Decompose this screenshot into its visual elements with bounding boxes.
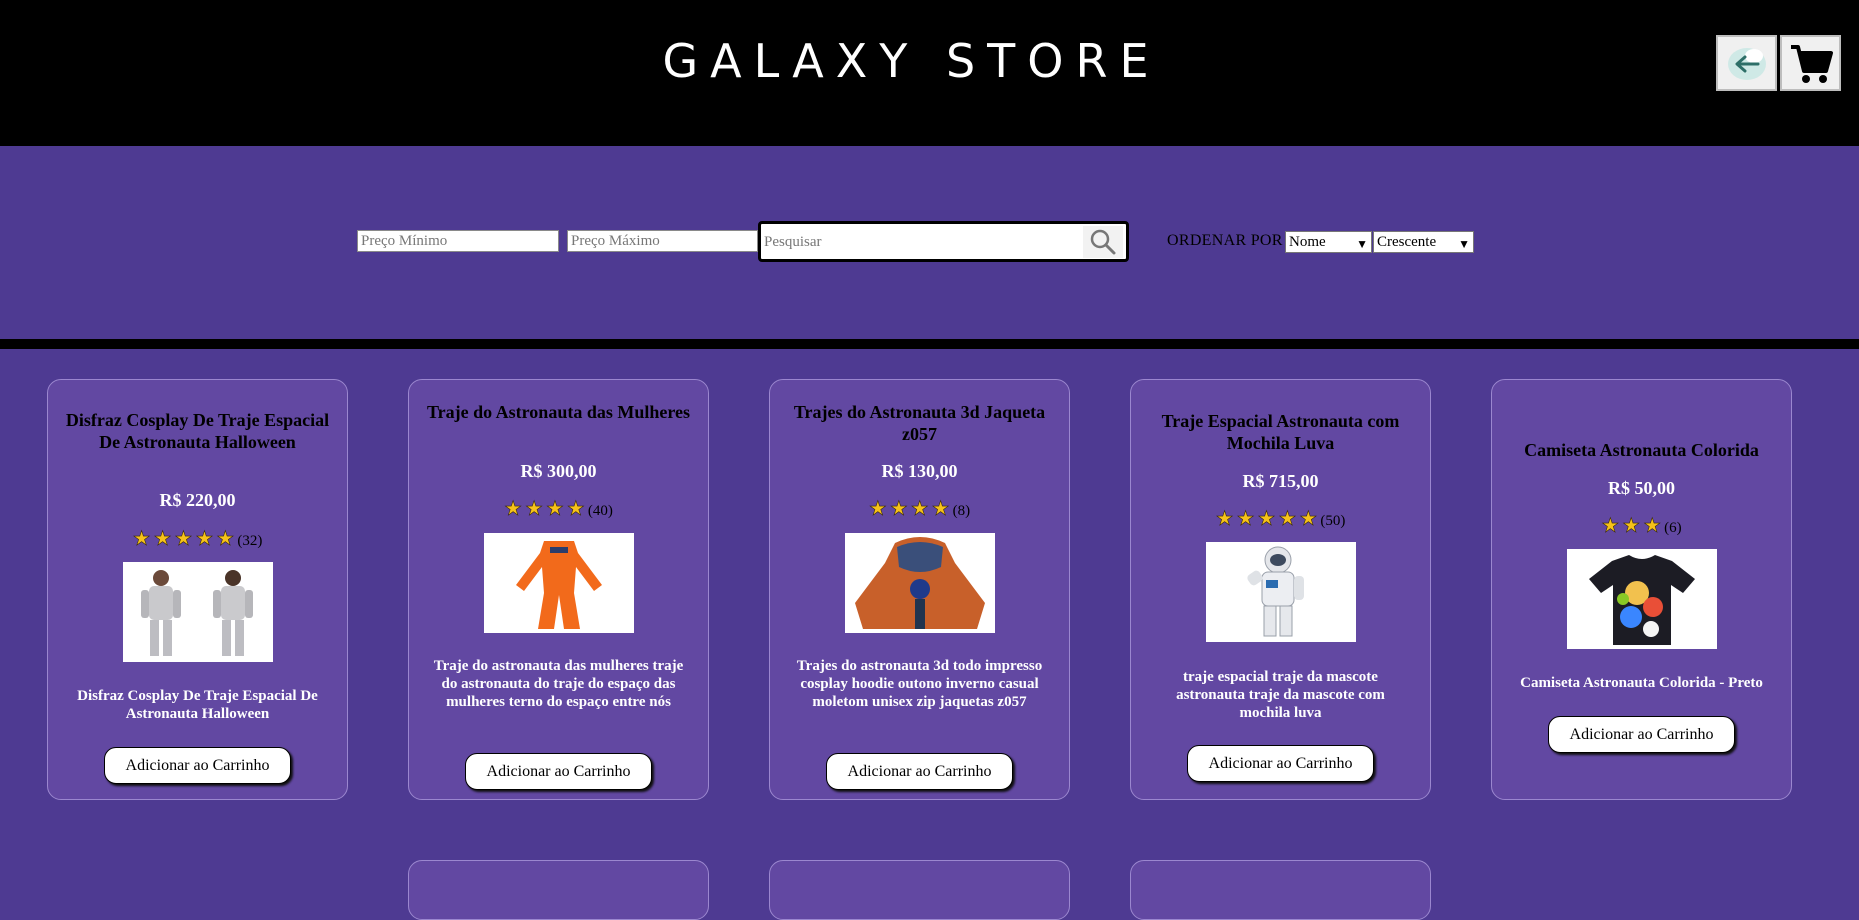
product-image (484, 533, 634, 633)
product-card (408, 860, 709, 920)
product-rating: ★★★★(40) (409, 496, 708, 521)
star-icon: ★★★★★ (1215, 508, 1321, 531)
review-count: (6) (1664, 520, 1682, 536)
back-arrow-icon (1727, 48, 1766, 80)
sort-label: ORDENAR POR (1167, 232, 1283, 249)
product-card: Trajes do Astronauta 3d Jaqueta z057 R$ … (769, 379, 1070, 800)
product-description: traje espacial traje da mascote astronau… (1176, 669, 1385, 721)
product-title: Traje Espacial Astronauta com Mochila Lu… (1161, 411, 1400, 453)
add-to-cart-button[interactable]: Adicionar ao Carrinho (104, 747, 291, 784)
search-input[interactable]: Pesquisar (758, 221, 1129, 262)
product-card: Traje do Astronauta das Mulheres R$ 300,… (408, 379, 709, 800)
product-card: Camiseta Astronauta Colorida R$ 50,00 ★★… (1491, 379, 1792, 800)
product-price: R$ 300,00 (520, 461, 597, 481)
product-image (123, 562, 273, 662)
star-icon: ★★★★★ (132, 528, 238, 551)
max-price-input[interactable]: Preço Máximo (567, 230, 758, 252)
product-description: Trajes do astronauta 3d todo impresso co… (796, 658, 1043, 710)
product-title: Traje do Astronauta das Mulheres (426, 402, 690, 422)
product-price: R$ 220,00 (159, 490, 236, 510)
review-count: (40) (587, 503, 613, 519)
site-header: GALAXY STORE (0, 0, 1859, 146)
review-count: (50) (1320, 513, 1346, 529)
chevron-down-icon: ▼ (1458, 237, 1470, 251)
product-description: Camiseta Astronauta Colorida - Preto (1520, 675, 1763, 691)
review-count: (8) (952, 503, 971, 519)
review-count: (32) (237, 533, 263, 549)
product-image (1567, 549, 1717, 649)
divider (0, 339, 1859, 349)
product-rating: ★★★★★(32) (48, 526, 347, 551)
product-title: Camiseta Astronauta Colorida (1524, 440, 1759, 460)
search-icon (1090, 229, 1116, 255)
add-to-cart-button[interactable]: Adicionar ao Carrinho (826, 753, 1013, 790)
star-icon: ★★★★ (868, 498, 953, 521)
product-image (1206, 542, 1356, 642)
star-icon: ★★★★ (504, 498, 588, 521)
chevron-down-icon: ▼ (1356, 237, 1368, 251)
back-button[interactable] (1716, 35, 1777, 91)
product-rating: ★★★★(8) (770, 496, 1069, 521)
product-rating: ★★★(6) (1492, 513, 1791, 538)
star-icon: ★★★ (1601, 515, 1665, 538)
product-description: Disfraz Cosplay De Traje Espacial De Ast… (77, 688, 318, 722)
product-price: R$ 715,00 (1242, 471, 1319, 491)
min-price-input[interactable]: Preço Mínimo (357, 230, 559, 252)
product-card (769, 860, 1070, 920)
product-card (1130, 860, 1431, 920)
product-title: Disfraz Cosplay De Traje Espacial De Ast… (65, 410, 330, 452)
product-description: Traje do astronauta das mulheres traje d… (433, 658, 684, 710)
add-to-cart-button[interactable]: Adicionar ao Carrinho (1187, 745, 1374, 782)
sort-direction-select[interactable]: Crescente ▼ (1373, 231, 1474, 253)
sort-direction-value: Crescente (1377, 234, 1437, 250)
cart-button[interactable] (1780, 35, 1841, 91)
search-button[interactable] (1083, 226, 1123, 258)
product-price: R$ 130,00 (881, 461, 958, 481)
sort-field-select[interactable]: Nome ▼ (1285, 231, 1372, 253)
shopping-cart-icon (1790, 45, 1833, 83)
sort-field-value: Nome (1289, 234, 1326, 250)
product-card: Traje Espacial Astronauta com Mochila Lu… (1130, 379, 1431, 800)
product-price: R$ 50,00 (1608, 478, 1675, 498)
store-title: GALAXY STORE (662, 34, 1161, 88)
product-card: Disfraz Cosplay De Traje Espacial De Ast… (47, 379, 348, 800)
add-to-cart-button[interactable]: Adicionar ao Carrinho (1548, 716, 1735, 753)
search-placeholder: Pesquisar (764, 234, 822, 250)
product-title: Trajes do Astronauta 3d Jaqueta z057 (793, 402, 1046, 444)
product-image (845, 533, 995, 633)
product-rating: ★★★★★(50) (1131, 506, 1430, 531)
add-to-cart-button[interactable]: Adicionar ao Carrinho (465, 753, 652, 790)
